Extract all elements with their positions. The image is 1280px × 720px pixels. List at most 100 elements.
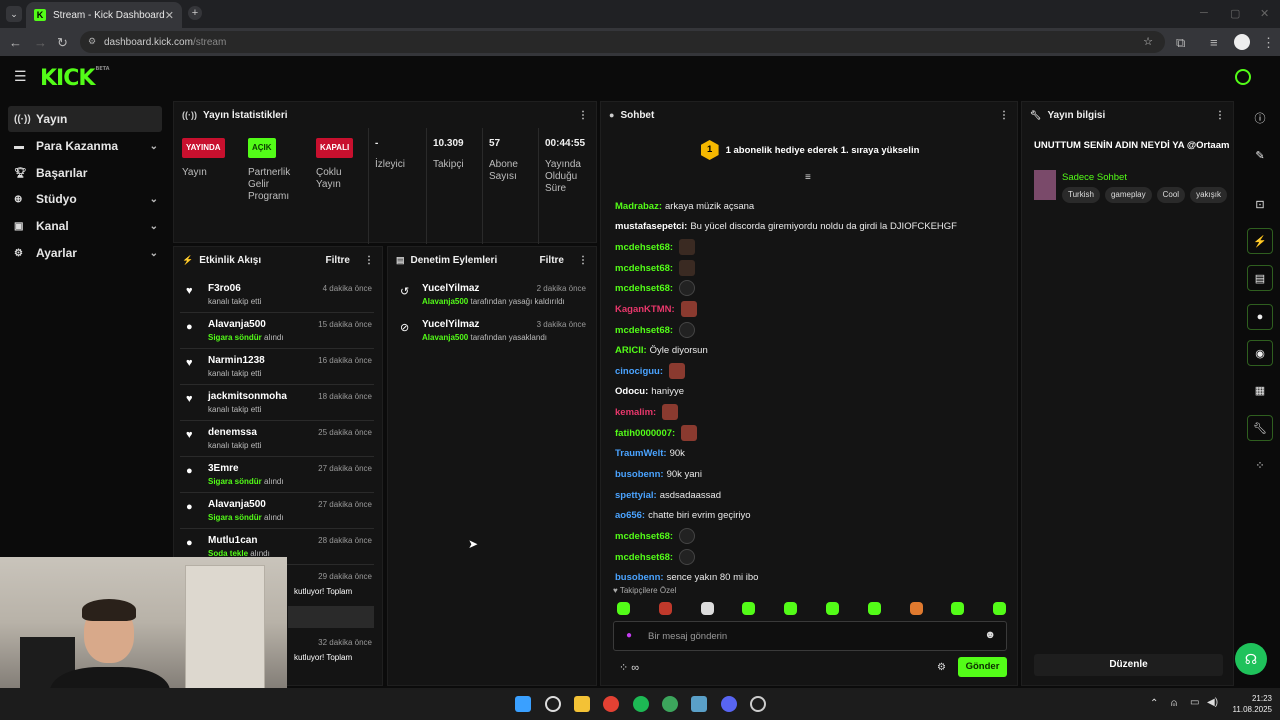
chat-username[interactable]: KaganKTMN: — [615, 304, 675, 315]
wrench-icon[interactable]: 🔧︎ — [1247, 415, 1273, 441]
category-link[interactable]: Sadece Sohbet — [1062, 172, 1127, 183]
emoji-icon[interactable]: ☻ — [984, 629, 996, 641]
chat-settings-icon[interactable]: ⚙ — [937, 662, 946, 673]
activity-user[interactable]: jackmitsonmoha — [208, 391, 287, 402]
emote-button[interactable] — [951, 602, 965, 615]
microphone-tray-icon[interactable]: ⍝ — [1171, 698, 1177, 709]
moderation-user[interactable]: YucelYilmaz — [422, 319, 479, 330]
moderator-name[interactable]: Alavanja500 — [422, 333, 468, 342]
filter-button[interactable]: Filtre — [540, 255, 564, 266]
activity-user[interactable]: F3ro06 — [208, 283, 241, 294]
browser-menu-icon[interactable]: ⋮ — [1262, 35, 1275, 51]
more-options-icon[interactable]: ⋮ — [578, 255, 588, 266]
emote-button[interactable] — [784, 602, 798, 615]
sidebar-item-kanal[interactable]: ▣ Kanal ⌄ — [8, 213, 162, 239]
chat-username[interactable]: mcdehset68: — [615, 242, 673, 253]
chat-username[interactable]: cinociguu: — [615, 366, 663, 377]
obs-icon[interactable] — [750, 696, 766, 712]
info-icon[interactable]: ⓘ — [1247, 105, 1273, 131]
tray-overflow-icon[interactable]: ⌃ — [1150, 698, 1158, 709]
sidebar-item-yayin[interactable]: ((·)) Yayın — [8, 106, 162, 132]
chat-icon[interactable]: ● — [1247, 304, 1273, 330]
chat-username[interactable]: spettyial: — [615, 490, 657, 501]
chat-username[interactable]: mcdehset68: — [615, 552, 673, 563]
crop-icon[interactable]: ⊡ — [1247, 191, 1273, 217]
kick-points-icon[interactable]: ⁘ ∞ — [619, 661, 639, 674]
site-info-icon[interactable]: ⚙ — [88, 36, 96, 47]
hamburger-menu-icon[interactable]: ☰ — [14, 68, 27, 85]
chat-username[interactable]: kemalim: — [615, 407, 656, 418]
extensions-icon[interactable]: ⧉ — [1176, 35, 1185, 51]
chrome-profile-icon[interactable] — [662, 696, 678, 712]
chat-username[interactable]: busobenn: — [615, 572, 664, 583]
close-window-icon[interactable]: ✕ — [1260, 7, 1269, 20]
emote-button[interactable] — [658, 602, 672, 615]
app-icon[interactable] — [691, 696, 707, 712]
browser-tab[interactable]: K Stream - Kick Dashboard ✕ — [26, 2, 182, 28]
chat-username[interactable]: Odocu: — [615, 386, 648, 397]
chat-username[interactable]: TraumWelt: — [615, 448, 667, 459]
search-icon[interactable] — [545, 696, 561, 712]
chat-username[interactable]: busobenn: — [615, 469, 664, 480]
spotify-icon[interactable] — [633, 696, 649, 712]
media-icon[interactable]: ≡ — [1210, 35, 1218, 50]
profile-avatar[interactable] — [1234, 34, 1250, 50]
emote-button[interactable] — [700, 602, 714, 615]
emote-button[interactable] — [909, 602, 923, 615]
bolt-icon[interactable]: ⚡ — [1247, 228, 1273, 254]
close-tab-icon[interactable]: ✕ — [165, 9, 174, 22]
tag-chip[interactable]: Cool — [1156, 187, 1186, 203]
more-options-icon[interactable]: ⋮ — [364, 255, 374, 266]
collapse-banner-icon[interactable]: ≡ — [805, 172, 811, 183]
url-field[interactable]: ⚙ dashboard.kick.com/stream ☆ — [80, 31, 1165, 53]
filter-button[interactable]: Filtre — [326, 255, 350, 266]
moderator-name[interactable]: Alavanja500 — [422, 297, 468, 306]
maximize-icon[interactable]: ▢ — [1230, 7, 1240, 20]
emote-button[interactable] — [993, 602, 1007, 615]
emote-button[interactable] — [617, 602, 630, 615]
sidebar-item-para-kazanma[interactable]: ▬ Para Kazanma ⌄ — [8, 133, 162, 159]
more-options-icon[interactable]: ⋮ — [999, 110, 1009, 121]
layout-icon[interactable]: ▦ — [1247, 377, 1273, 403]
sidebar-item-ayarlar[interactable]: ⚙ Ayarlar ⌄ — [8, 240, 162, 266]
chat-username[interactable]: mcdehset68: — [615, 283, 673, 294]
file-explorer-icon[interactable] — [574, 696, 590, 712]
edit-button[interactable]: Düzenle — [1034, 654, 1223, 676]
more-options-icon[interactable]: ⋮ — [1215, 110, 1225, 121]
back-icon[interactable]: ← — [9, 35, 22, 50]
windows-start-icon[interactable] — [515, 696, 531, 712]
kick-points-icon[interactable]: ⁘ — [1247, 452, 1273, 478]
activity-user[interactable]: Alavanja500 — [208, 319, 266, 330]
kick-avatar-icon[interactable] — [1235, 69, 1251, 85]
chat-username[interactable]: Madrabaz: — [615, 201, 662, 212]
minimize-icon[interactable]: ─ — [1200, 7, 1208, 19]
sidebar-item-basarilar[interactable]: 🏆︎ Başarılar — [8, 160, 162, 186]
category-thumbnail[interactable] — [1034, 170, 1056, 200]
emote-button[interactable] — [867, 602, 881, 615]
more-options-icon[interactable]: ⋮ — [578, 110, 588, 121]
chat-username[interactable]: ARICII: — [615, 345, 647, 356]
send-button[interactable]: Gönder — [958, 657, 1007, 677]
microphone-icon[interactable]: ● — [626, 630, 632, 641]
chat-username[interactable]: mcdehset68: — [615, 531, 673, 542]
activity-user[interactable]: denemssa — [208, 427, 257, 438]
volume-icon[interactable]: ◀) — [1207, 697, 1218, 708]
sidebar-item-studyo[interactable]: ⊕ Stüdyo ⌄ — [8, 186, 162, 212]
clock[interactable]: 21:23 11.08.2025 — [1228, 693, 1272, 715]
bookmark-star-icon[interactable]: ☆ — [1143, 35, 1153, 48]
new-tab-button[interactable]: + — [188, 6, 202, 20]
activity-user[interactable]: Mutlu1can — [208, 535, 257, 546]
network-icon[interactable]: ▭ — [1190, 697, 1199, 708]
chat-username[interactable]: mcdehset68: — [615, 263, 673, 274]
chat-username[interactable]: fatih0000007: — [615, 428, 675, 439]
chrome-icon[interactable] — [603, 696, 619, 712]
reload-icon[interactable]: ↻ — [57, 35, 68, 51]
tag-chip[interactable]: Turkish — [1062, 187, 1100, 203]
kick-logo[interactable]: KICKBETA — [40, 66, 110, 91]
chat-username[interactable]: ao656: — [615, 510, 645, 521]
emote-button[interactable] — [826, 602, 839, 615]
chat-username[interactable]: mcdehset68: — [615, 325, 673, 336]
forward-icon[interactable]: → — [34, 35, 47, 50]
discord-icon[interactable] — [721, 696, 737, 712]
tag-chip[interactable]: yakışık — [1190, 187, 1227, 203]
